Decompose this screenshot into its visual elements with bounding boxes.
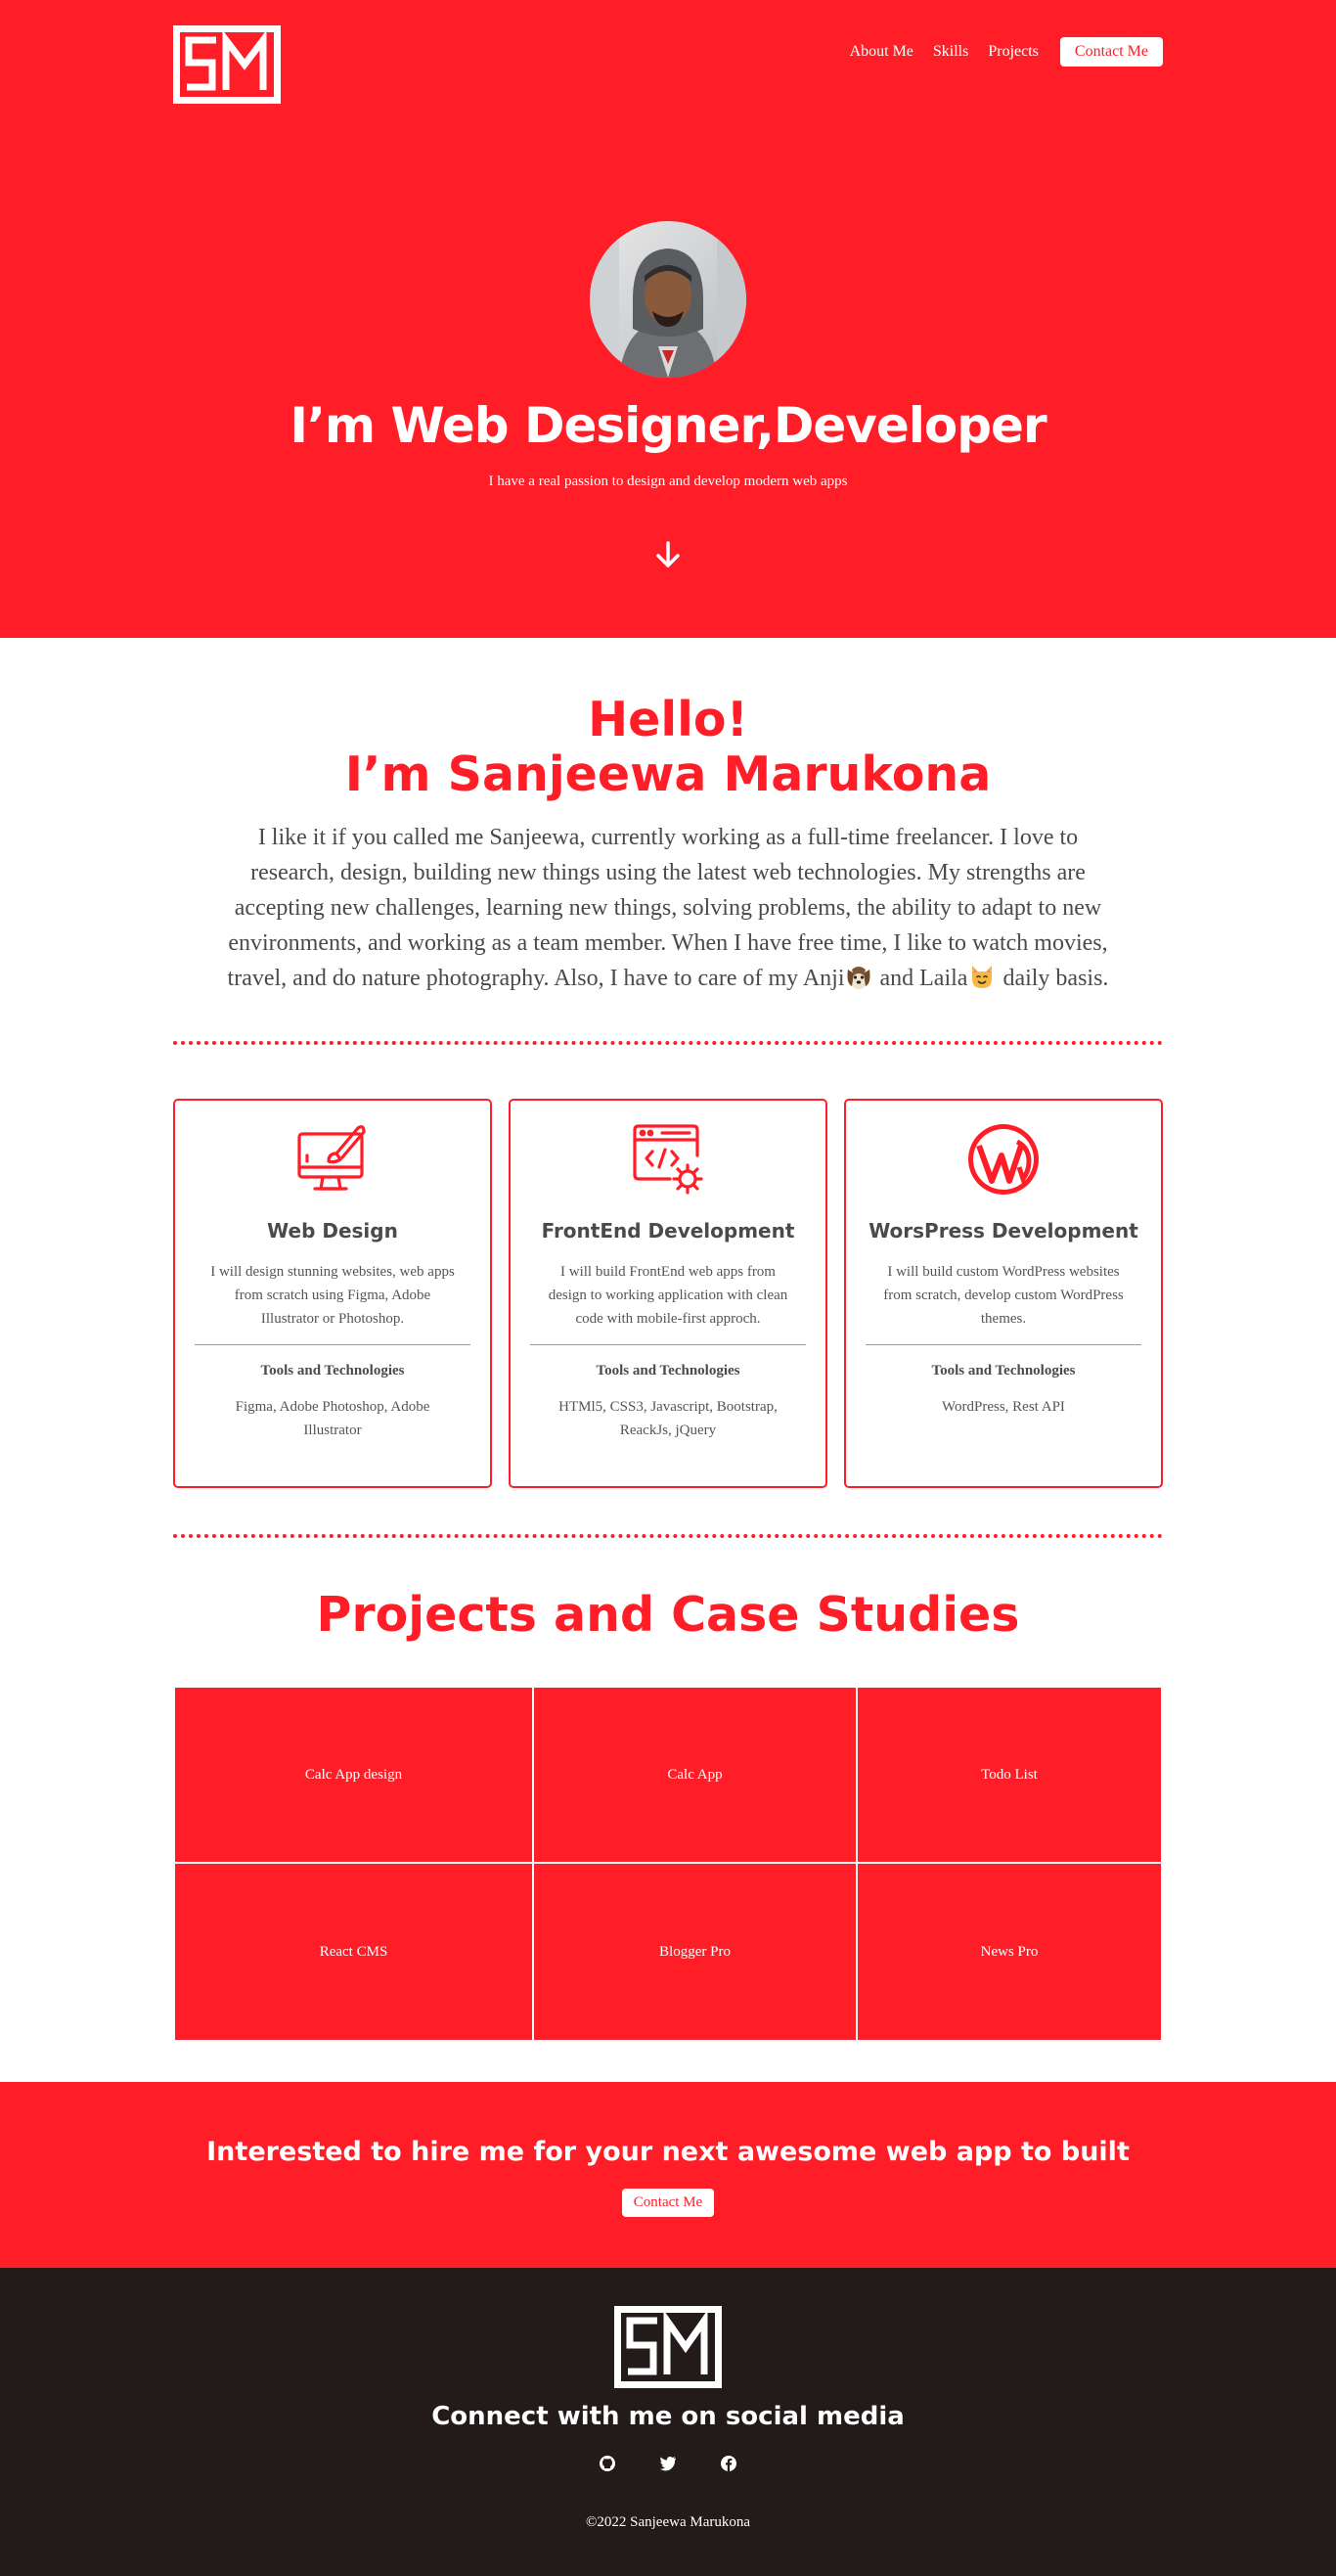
tools-heading: Tools and Technologies <box>596 1363 740 1378</box>
about-name: I’m Sanjeewa Marukona <box>344 746 992 802</box>
about-section: Hello! I’m Sanjeewa Marukona I like it i… <box>0 638 1336 996</box>
tools-heading: Tools and Technologies <box>931 1363 1076 1378</box>
twitter-icon[interactable] <box>659 2455 677 2472</box>
code-gear-icon <box>633 1124 703 1195</box>
hero-title: I’m Web Designer,Developer <box>289 397 1047 454</box>
github-icon[interactable] <box>599 2455 616 2472</box>
project-tile[interactable]: Todo List <box>858 1688 1161 1864</box>
service-title: Web Design <box>267 1219 398 1243</box>
main-nav: About Me Skills Projects Contact Me <box>830 37 1163 67</box>
service-card-frontend: FrontEnd Development I will build FrontE… <box>509 1099 827 1488</box>
nav-projects[interactable]: Projects <box>988 43 1039 61</box>
web-design-icon <box>297 1125 366 1191</box>
footer: Connect with me on social media ©2022 Sa… <box>0 2268 1336 2576</box>
projects-heading: Projects and Case Studies <box>316 1587 1020 1643</box>
service-description: I will build custom WordPress websites f… <box>883 1264 1124 1327</box>
profile-avatar <box>590 221 746 378</box>
hero-subtitle: I have a real passion to design and deve… <box>488 474 848 489</box>
copyright-text: ©2022 Sanjeewa Marukona <box>585 2514 751 2530</box>
wordpress-icon <box>968 1124 1039 1195</box>
project-tile[interactable]: React CMS <box>175 1864 534 2040</box>
services-section: Web Design I will design stunning websit… <box>173 1099 1163 1488</box>
facebook-icon[interactable] <box>720 2455 737 2472</box>
dog-emoji-icon <box>847 967 870 989</box>
project-tile[interactable]: Calc App design <box>175 1688 534 1864</box>
sm-logo[interactable] <box>173 25 281 104</box>
nav-contact-button[interactable]: Contact Me <box>1059 37 1163 67</box>
card-divider <box>866 1344 1141 1345</box>
hire-section: Interested to hire me for your next awes… <box>0 2082 1336 2268</box>
about-greeting: Hello! <box>588 692 748 747</box>
service-description: I will build FrontEnd web apps from desi… <box>548 1264 788 1327</box>
service-description: I will design stunning websites, web app… <box>210 1264 455 1327</box>
social-links <box>0 2455 1336 2472</box>
tools-heading: Tools and Technologies <box>260 1363 405 1378</box>
divider-dotted <box>173 1534 1163 1538</box>
card-divider <box>195 1344 470 1345</box>
sm-logo[interactable] <box>614 2306 722 2388</box>
tools-list: Figma, Adobe Photoshop, Adobe Illustrato… <box>235 1399 430 1438</box>
nav-about-me[interactable]: About Me <box>850 43 913 61</box>
project-tile[interactable]: Calc App <box>534 1688 858 1864</box>
hire-contact-button[interactable]: Contact Me <box>621 2189 715 2217</box>
about-and-text: and Laila <box>873 966 968 991</box>
cat-emoji-icon <box>972 966 993 988</box>
project-tile[interactable]: Blogger Pro <box>534 1864 858 2040</box>
tools-list: HTMl5, CSS3, Javascript, Bootstrap, Reac… <box>558 1399 778 1438</box>
arrow-down-icon[interactable] <box>653 540 683 569</box>
service-card-web-design: Web Design I will design stunning websit… <box>173 1099 492 1488</box>
hero-section: About Me Skills Projects Contact Me I’m … <box>0 0 1336 638</box>
about-end-text: daily basis. <box>997 966 1109 991</box>
projects-grid: Calc App design Calc App Todo List React… <box>175 1688 1161 2040</box>
hire-heading: Interested to hire me for your next awes… <box>206 2137 1130 2167</box>
service-card-wordpress: WorsPress Development I will build custo… <box>844 1099 1163 1488</box>
about-paragraph: I like it if you called me Sanjeewa, cur… <box>213 820 1123 996</box>
tools-list: WordPress, Rest API <box>942 1399 1065 1415</box>
about-heading: Hello! I’m Sanjeewa Marukona <box>0 693 1336 802</box>
divider-dotted <box>173 1041 1163 1045</box>
nav-skills[interactable]: Skills <box>933 43 968 61</box>
service-title: WorsPress Development <box>868 1219 1138 1243</box>
card-divider <box>530 1344 806 1345</box>
footer-heading: Connect with me on social media <box>431 2402 905 2431</box>
service-title: FrontEnd Development <box>541 1219 795 1243</box>
project-tile[interactable]: News Pro <box>858 1864 1161 2040</box>
